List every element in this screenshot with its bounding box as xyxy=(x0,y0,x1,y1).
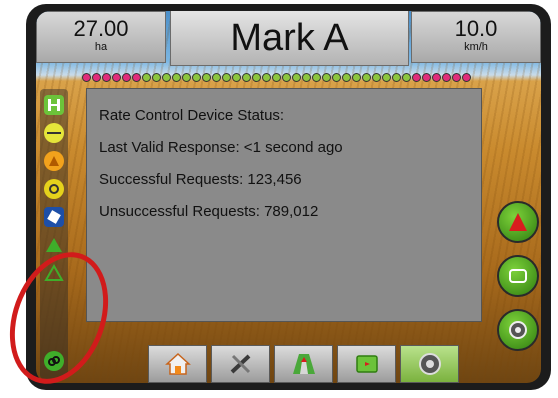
section-led xyxy=(272,73,281,82)
section-led xyxy=(252,73,261,82)
section-led xyxy=(282,73,291,82)
rate-control-tab[interactable] xyxy=(400,345,459,383)
map-icon xyxy=(355,355,378,373)
section-led xyxy=(142,73,151,82)
status-bar: 27.00 ha Mark A 10.0 km/h xyxy=(36,11,541,66)
section-control-icon[interactable] xyxy=(44,95,64,115)
section-led xyxy=(332,73,341,82)
steering-icon[interactable] xyxy=(44,207,64,227)
section-led xyxy=(242,73,251,82)
display-screen: 27.00 ha Mark A 10.0 km/h Rate Control D… xyxy=(36,11,541,383)
section-led-bar xyxy=(82,73,471,83)
section-led xyxy=(172,73,181,82)
nudge-icon[interactable] xyxy=(44,235,64,255)
section-led xyxy=(442,73,451,82)
guidance-icon xyxy=(292,354,315,374)
marker-icon[interactable] xyxy=(44,151,64,171)
section-led xyxy=(312,73,321,82)
section-led xyxy=(222,73,231,82)
unsuccessful-requests-text: Unsuccessful Requests: 789,012 xyxy=(99,203,319,220)
boundary-icon[interactable] xyxy=(44,123,64,143)
section-led xyxy=(422,73,431,82)
section-led xyxy=(182,73,191,82)
right-toolbar xyxy=(497,199,541,351)
section-led xyxy=(352,73,361,82)
section-led xyxy=(292,73,301,82)
section-led xyxy=(162,73,171,82)
section-led xyxy=(112,73,121,82)
section-led xyxy=(302,73,311,82)
section-led xyxy=(82,73,91,82)
section-led xyxy=(412,73,421,82)
section-led xyxy=(152,73,161,82)
guidance-tab[interactable] xyxy=(274,345,333,383)
vehicle-view-icon[interactable] xyxy=(497,201,539,243)
section-led xyxy=(362,73,371,82)
rate-control-icon[interactable] xyxy=(497,309,539,351)
speed-value: 10.0 xyxy=(454,16,498,41)
page-title: Mark A xyxy=(170,11,409,66)
rate-control-status-panel: Rate Control Device Status: Last Valid R… xyxy=(86,88,482,322)
section-led xyxy=(122,73,131,82)
map-tab[interactable] xyxy=(337,345,396,383)
section-led xyxy=(322,73,331,82)
home-icon xyxy=(164,352,191,375)
speed-unit: km/h xyxy=(464,41,488,53)
section-led xyxy=(452,73,461,82)
section-led xyxy=(212,73,221,82)
section-led xyxy=(402,73,411,82)
display-frame: 27.00 ha Mark A 10.0 km/h Rate Control D… xyxy=(26,4,551,390)
tools-tab[interactable] xyxy=(211,345,270,383)
section-led xyxy=(462,73,471,82)
tools-icon xyxy=(230,354,250,374)
last-response-text: Last Valid Response: <1 second ago xyxy=(99,139,343,156)
map-view-icon[interactable] xyxy=(497,255,539,297)
section-led xyxy=(392,73,401,82)
area-unit: ha xyxy=(94,41,108,53)
area-readout[interactable]: 27.00 ha xyxy=(36,11,166,63)
guidance-mode-icon[interactable] xyxy=(44,179,64,199)
gauge-icon xyxy=(418,353,441,375)
status-heading: Rate Control Device Status: xyxy=(99,107,285,124)
section-led xyxy=(432,73,441,82)
section-led xyxy=(372,73,381,82)
successful-requests-text: Successful Requests: 123,456 xyxy=(99,171,302,188)
section-led xyxy=(192,73,201,82)
area-value: 27.00 xyxy=(73,16,129,41)
home-tab[interactable] xyxy=(148,345,207,383)
section-led xyxy=(342,73,351,82)
section-led xyxy=(262,73,271,82)
bottom-tab-bar xyxy=(148,345,460,383)
section-led xyxy=(232,73,241,82)
section-led xyxy=(102,73,111,82)
section-led xyxy=(92,73,101,82)
speed-readout[interactable]: 10.0 km/h xyxy=(411,11,541,63)
section-led xyxy=(382,73,391,82)
section-led xyxy=(132,73,141,82)
section-led xyxy=(202,73,211,82)
